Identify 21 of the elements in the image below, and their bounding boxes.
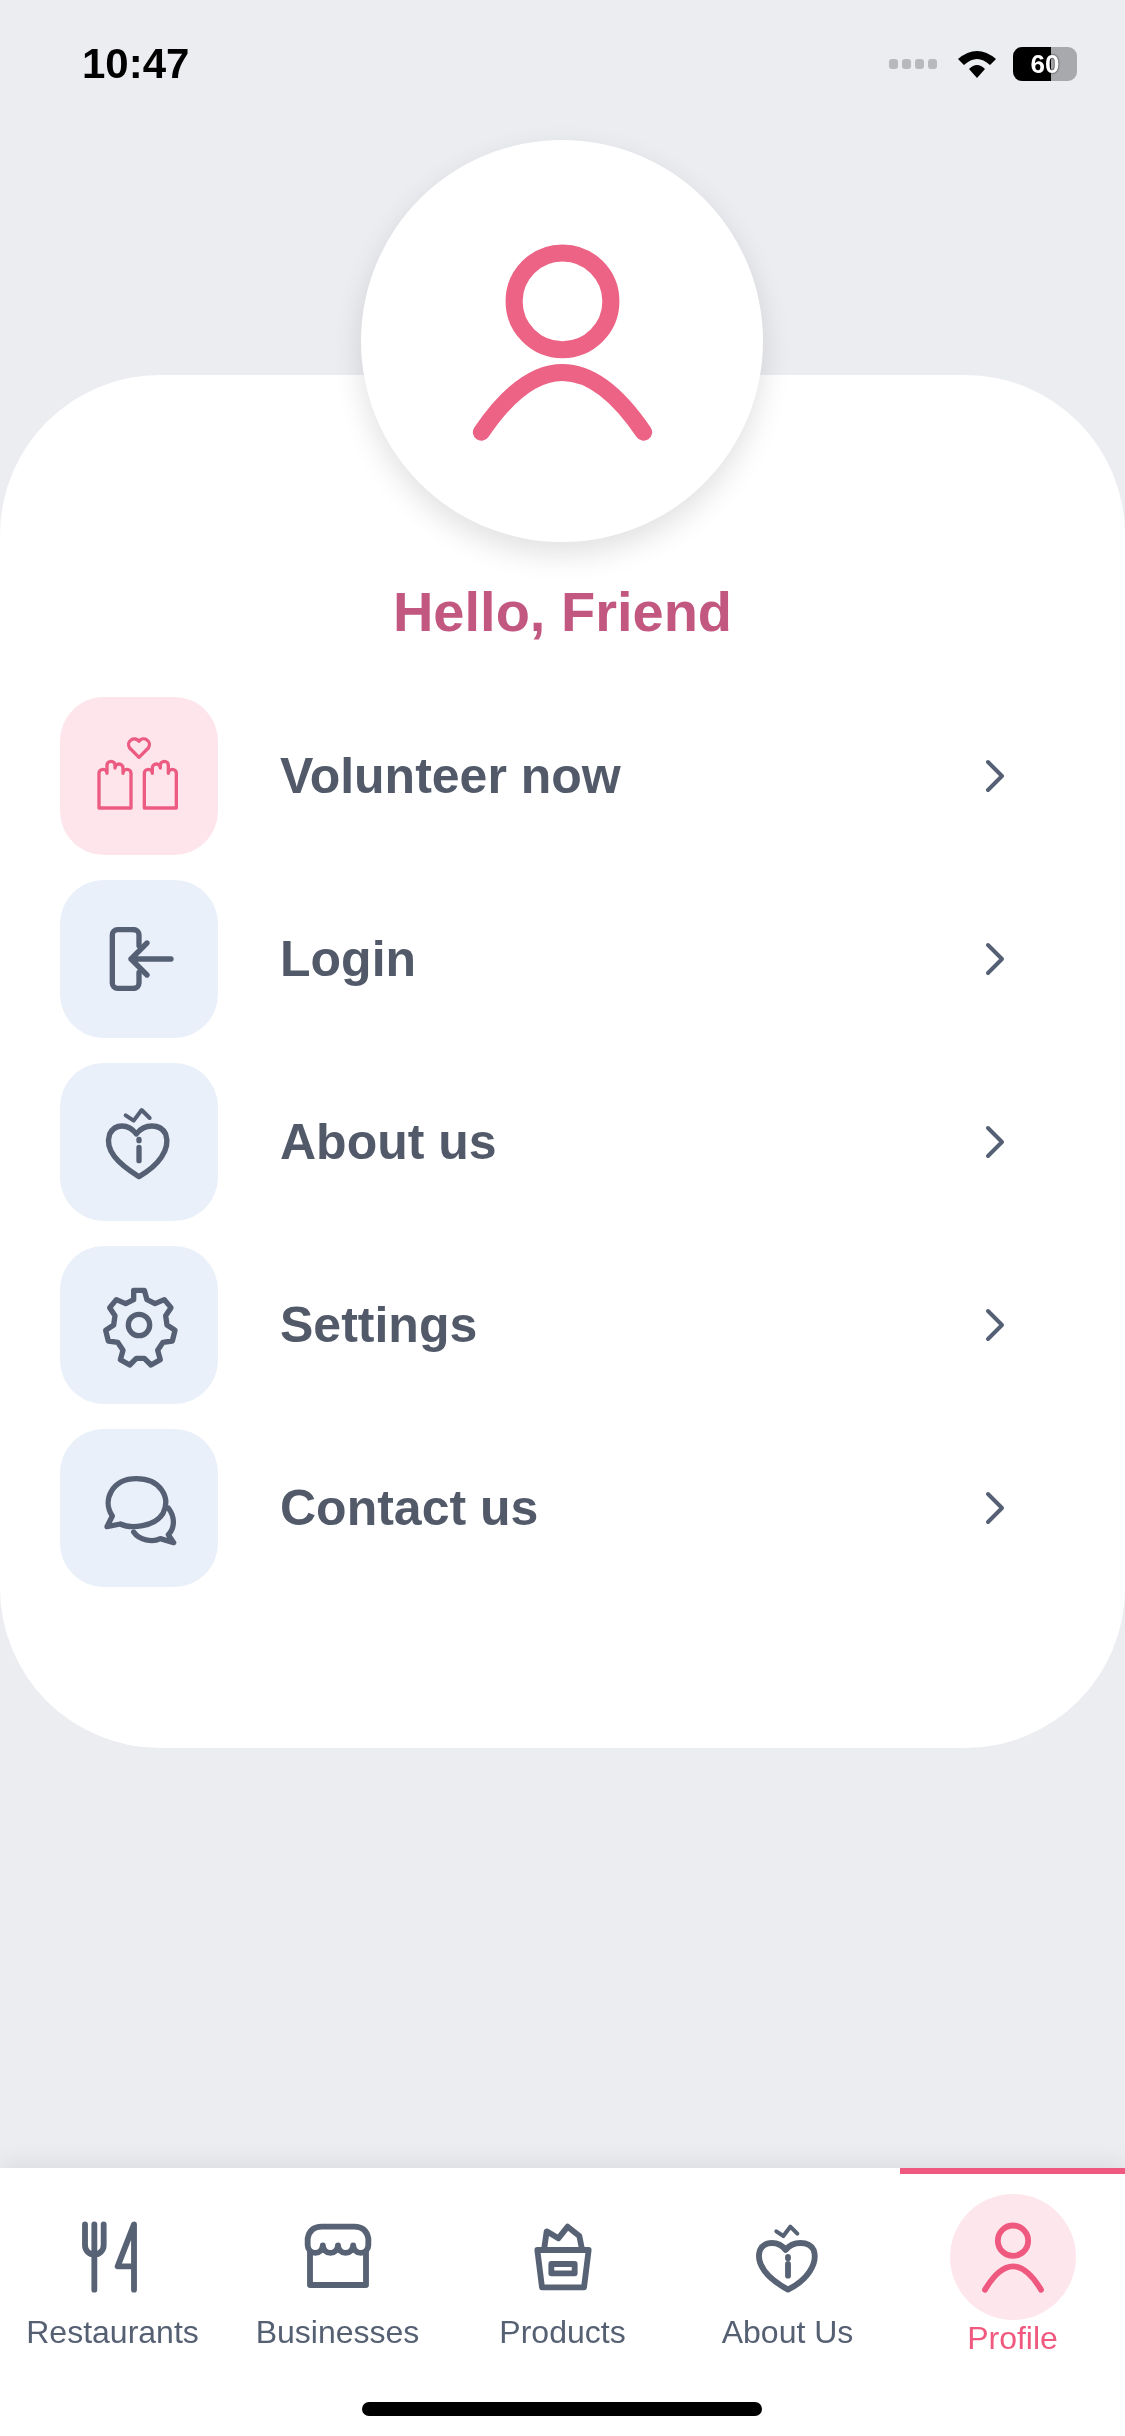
menu-label: Volunteer now [280, 747, 622, 805]
chevron-right-icon [985, 1308, 1005, 1342]
menu-item[interactable]: Settings [0, 1246, 1125, 1404]
greeting-title: Hello, Friend [392, 580, 733, 644]
menu-item[interactable]: About us [0, 1063, 1125, 1221]
status-time: 10:47 [82, 40, 190, 88]
tab-item[interactable]: Businesses [225, 2168, 450, 2436]
chevron-right-icon [985, 759, 1005, 793]
tab-item[interactable]: About Us [675, 2168, 900, 2436]
menu-label: Contact us [280, 1479, 540, 1537]
tab-item[interactable]: Products [450, 2168, 675, 2436]
chevron-right-icon [985, 942, 1005, 976]
menu-item[interactable]: Contact us [0, 1429, 1125, 1587]
menu-label: Login [280, 930, 418, 988]
menu-item[interactable]: Login [0, 880, 1125, 1038]
chevron-right-icon [985, 1125, 1005, 1159]
chevron-right-icon [985, 1491, 1005, 1525]
menu-item[interactable]: Volunteer now [0, 697, 1125, 855]
menu-label: About us [280, 1113, 498, 1171]
tab-item[interactable]: Restaurants [0, 2168, 225, 2436]
menu-label: Settings [280, 1296, 479, 1354]
